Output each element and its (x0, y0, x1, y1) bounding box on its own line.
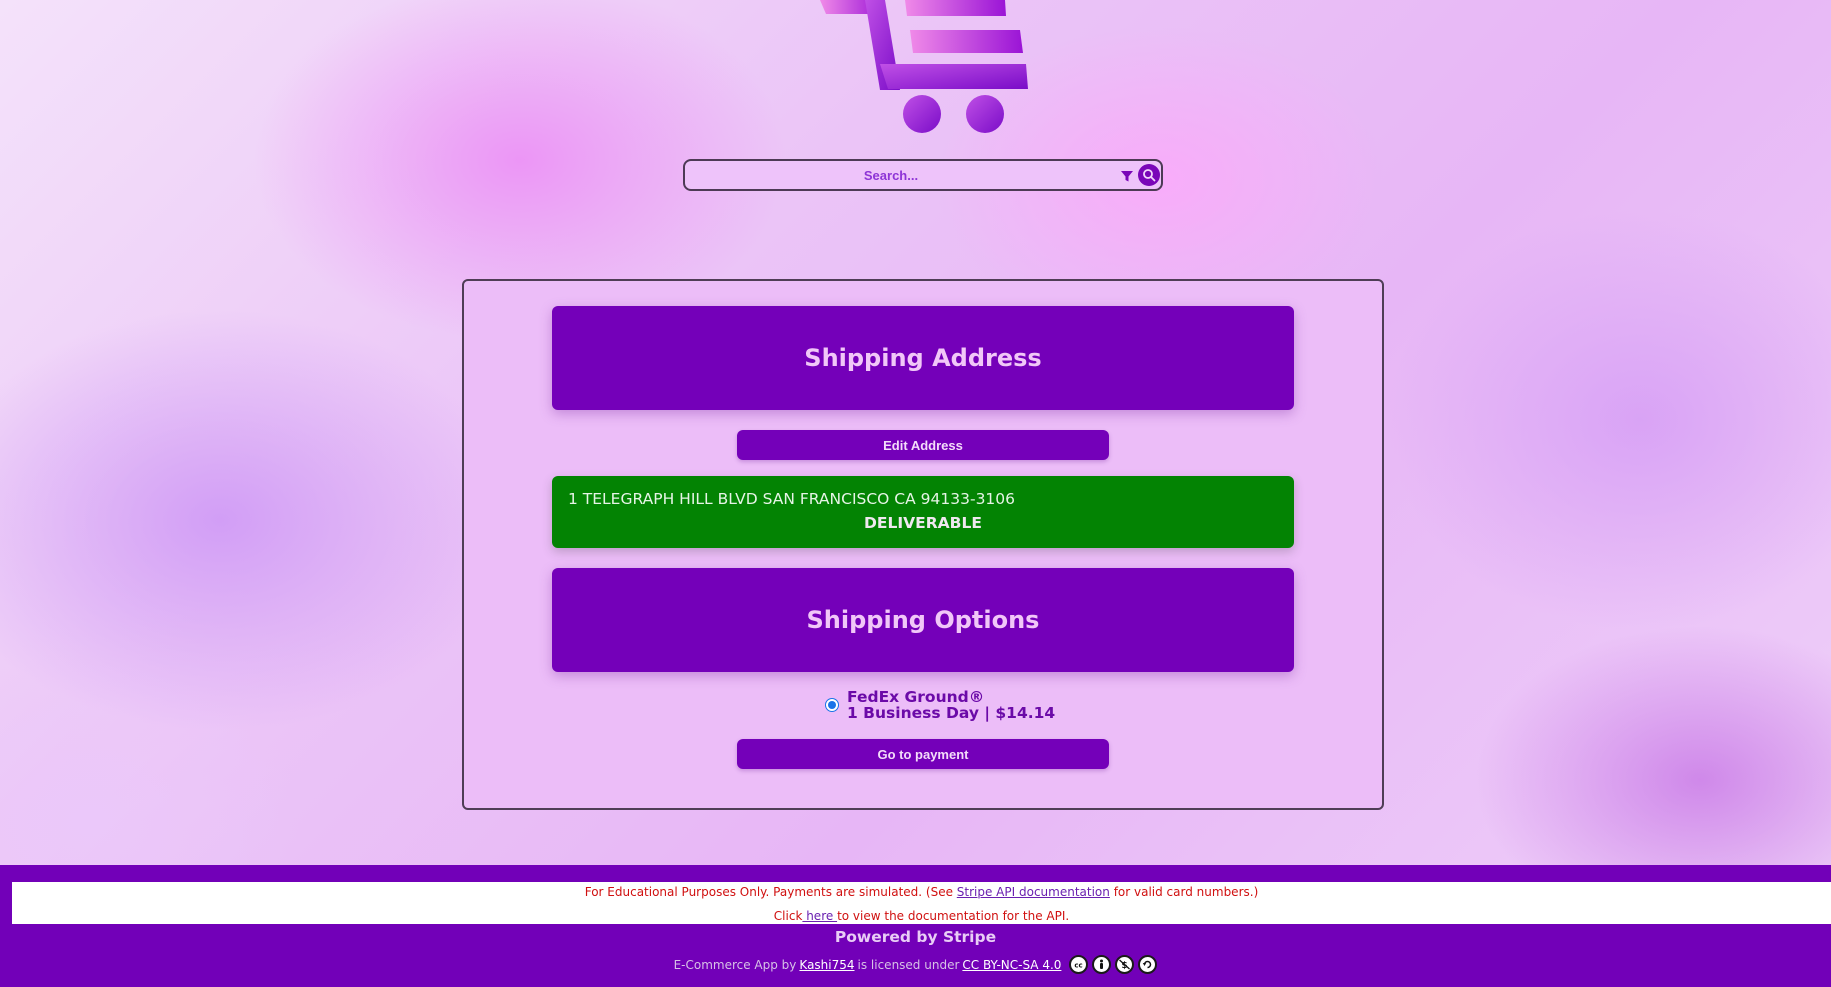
radio-selected-dot (828, 701, 836, 709)
svg-text:cc: cc (1075, 962, 1083, 970)
address-status-badge: DELIVERABLE (864, 514, 982, 532)
license-prefix: E-Commerce App by (673, 957, 797, 972)
address-text: 1 TELEGRAPH HILL BLVD SAN FRANCISCO CA 9… (568, 490, 1016, 508)
shopping-cart-logo[interactable] (810, 0, 1040, 135)
edit-address-button[interactable]: Edit Address (737, 430, 1109, 460)
address-validation-box: 1 TELEGRAPH HILL BLVD SAN FRANCISCO CA 9… (552, 476, 1294, 548)
shipping-address-heading: Shipping Address (552, 306, 1294, 410)
notice-suffix: for valid card numbers.) (1109, 885, 1259, 899)
notice-prefix: For Educational Purposes Only. Payments … (584, 885, 957, 899)
shipping-option-fedex-ground[interactable]: FedEx Ground® 1 Business Day | $14.14 (825, 687, 1055, 723)
cc-license-icons: cc $ (1069, 955, 1158, 974)
notice-line: For Educational Purposes Only. Payments … (12, 885, 1831, 899)
license-mid: is licensed under (857, 957, 960, 972)
license-link[interactable]: CC BY-NC-SA 4.0 (962, 958, 1061, 972)
powered-by-stripe: Powered by Stripe (834, 928, 997, 946)
sa-icon (1138, 955, 1158, 974)
shipping-option-radio[interactable] (825, 698, 839, 712)
footer: For Educational Purposes Only. Payments … (0, 865, 1831, 987)
by-icon (1092, 955, 1112, 974)
api-docs-link[interactable]: here (802, 909, 837, 923)
filter-icon[interactable] (1120, 168, 1134, 182)
educational-notice: For Educational Purposes Only. Payments … (12, 882, 1831, 924)
cc-icon: cc (1069, 955, 1089, 974)
shipping-option-detail: 1 Business Day | $14.14 (847, 704, 1056, 722)
search-button[interactable] (1138, 164, 1160, 186)
shipping-option-text: FedEx Ground® 1 Business Day | $14.14 (847, 689, 1055, 721)
click-suffix: to view the documentation for the API. (837, 909, 1070, 923)
search-bar (683, 159, 1163, 191)
author-link[interactable]: Kashi754 (799, 958, 854, 972)
api-docs-line: Click here to view the documentation for… (12, 909, 1831, 923)
go-to-payment-button[interactable]: Go to payment (737, 739, 1109, 769)
license-line: E-Commerce App by Kashi754 is licensed u… (0, 955, 1831, 974)
nc-icon: $ (1115, 955, 1135, 974)
stripe-docs-link[interactable]: Stripe API documentation (957, 885, 1110, 899)
search-icon (1143, 169, 1156, 182)
shipping-options-heading: Shipping Options (552, 568, 1294, 672)
search-input[interactable] (693, 164, 1089, 186)
click-prefix: Click (773, 909, 803, 923)
checkout-shipping-card: Shipping Address Edit Address 1 TELEGRAP… (462, 279, 1384, 810)
